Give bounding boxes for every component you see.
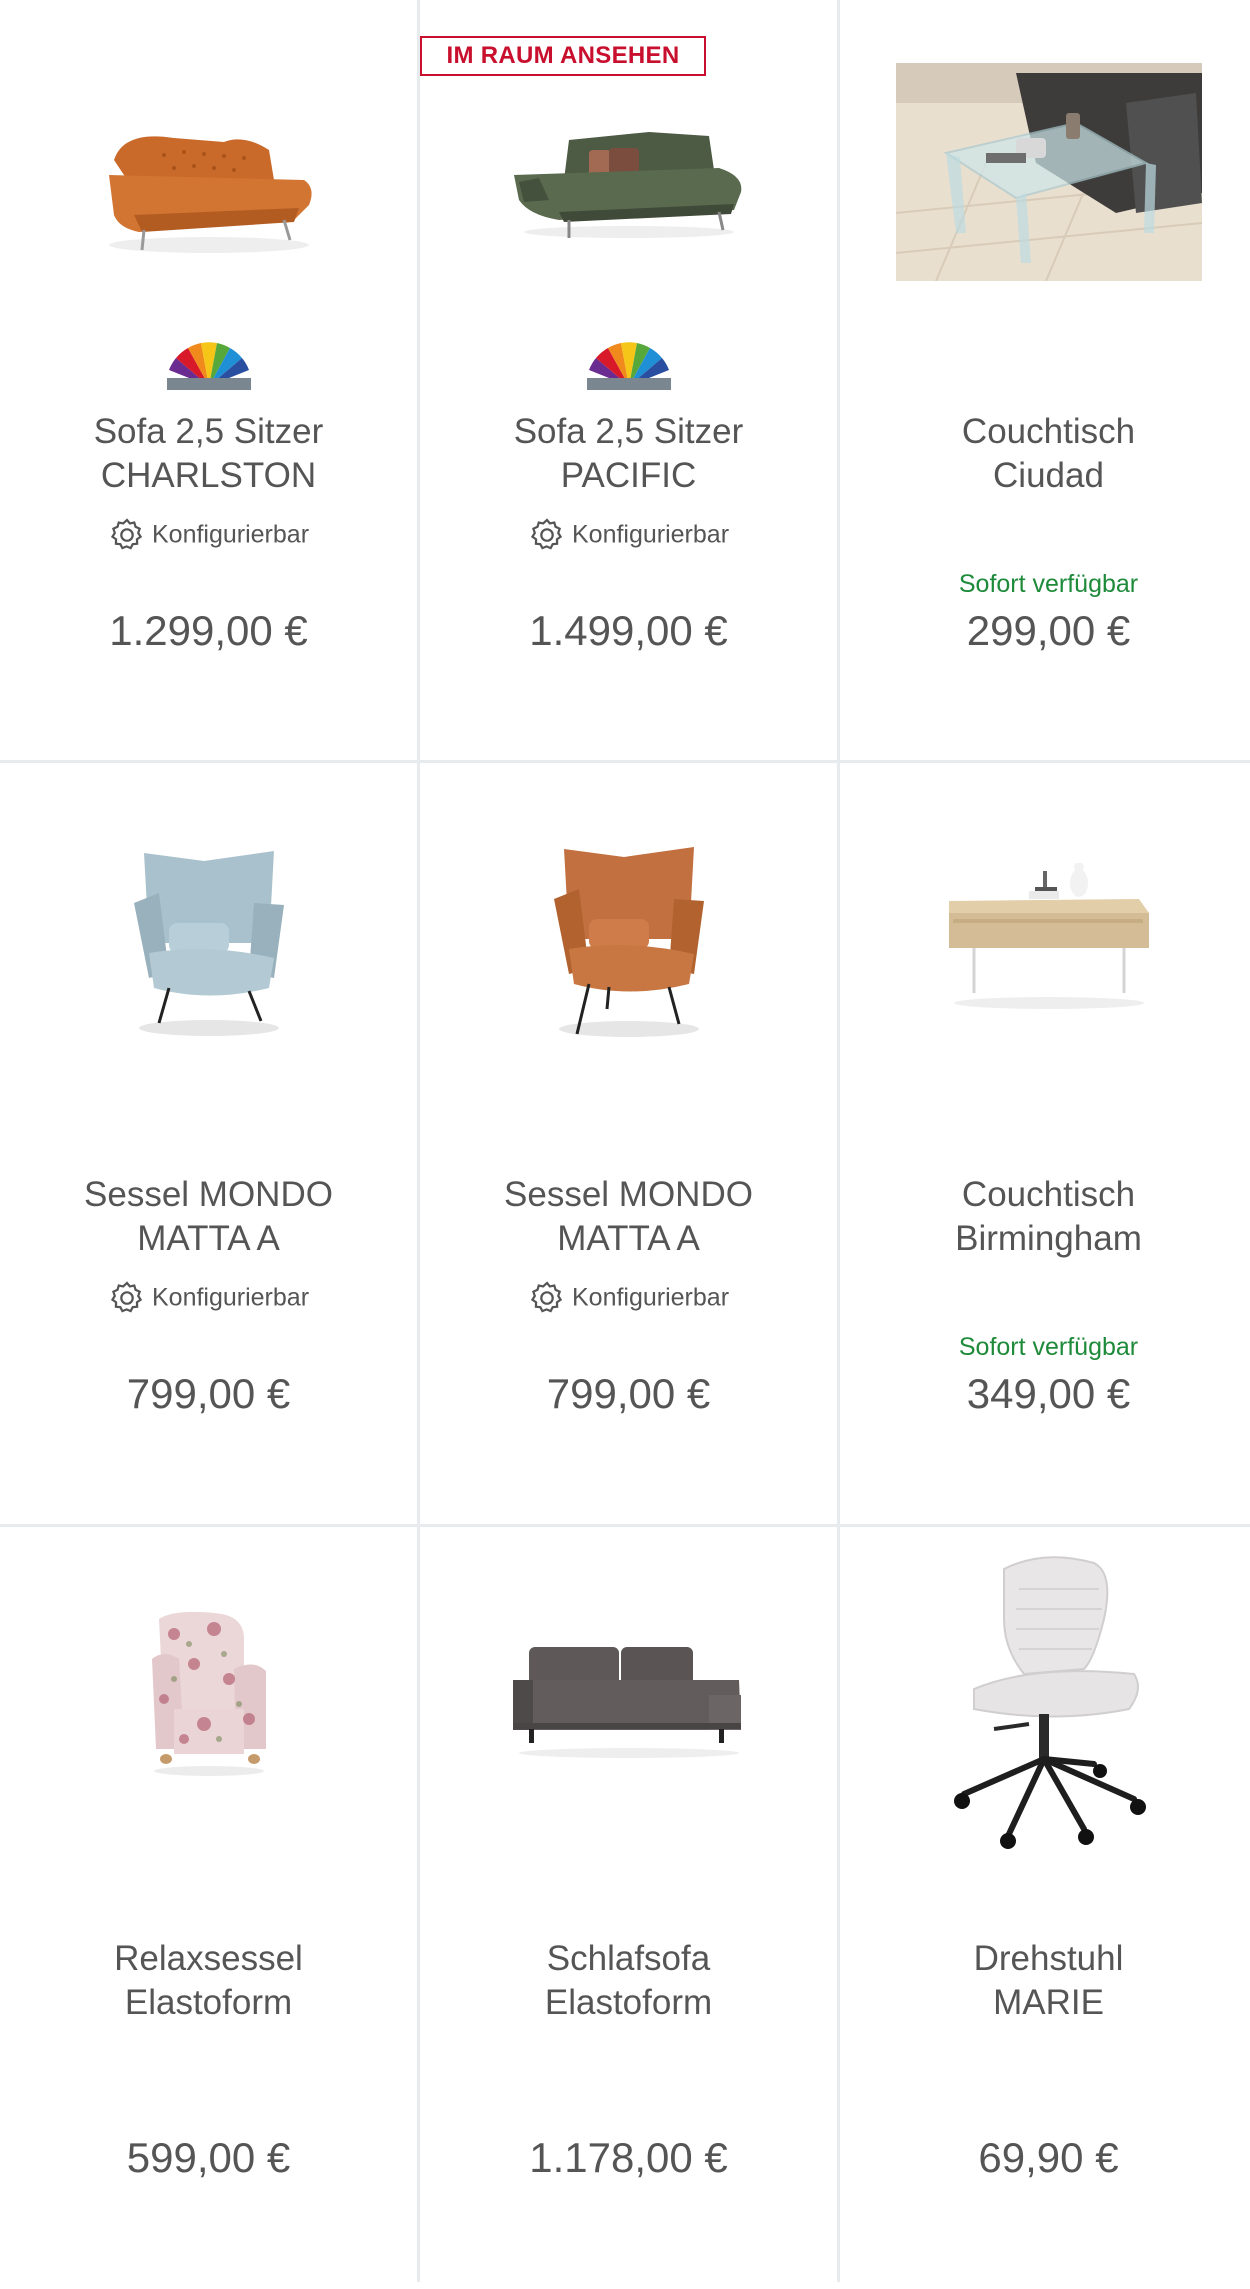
couchtisch-birmingham-image[interactable] (939, 863, 1159, 1013)
product-price: 1.299,00 € (109, 607, 308, 654)
product-title[interactable]: Sofa 2,5 Sitzer CHARLSTON (0, 410, 417, 498)
product-card[interactable]: Couchtisch Birmingham Sofort verfügbar 34… (840, 763, 1250, 1525)
color-palette-icon (586, 342, 671, 390)
product-price: 799,00 € (546, 1370, 711, 1417)
product-title[interactable]: Relaxsessel Elastoform (0, 1937, 417, 2025)
configurable-label: Konfigurierbar (420, 1279, 837, 1317)
schlafsofa-elastoform-image[interactable] (509, 1635, 749, 1765)
product-price: 599,00 € (126, 2134, 291, 2181)
gear-icon (530, 1281, 563, 1313)
product-price: 799,00 € (126, 1370, 291, 1417)
product-price: 1.499,00 € (529, 607, 728, 654)
product-price: 299,00 € (966, 607, 1131, 654)
product-title[interactable]: Schlafsofa Elastoform (420, 1937, 837, 2025)
configurable-label: Konfigurierbar (0, 1279, 417, 1317)
sofa-pacific-image[interactable] (509, 120, 749, 250)
product-title[interactable]: Couchtisch Ciudad (840, 410, 1250, 498)
product-card[interactable]: Relaxsessel Elastoform 599,00 € (0, 1527, 417, 2289)
product-price: 69,90 € (978, 2134, 1119, 2181)
product-title[interactable]: Sofa 2,5 Sitzer PACIFIC (420, 410, 837, 498)
sessel-mondo-orange-image[interactable] (529, 839, 729, 1049)
product-card[interactable]: Sessel MONDO MATTA A Konfigurierbar 799,0… (0, 763, 417, 1525)
sofa-charlston-image[interactable] (94, 120, 324, 260)
product-card[interactable]: Couchtisch Ciudad Sofort verfügbar 299,00… (840, 0, 1250, 762)
product-card[interactable]: Sofa 2,5 Sitzer CHARLSTON Konfigurierbar … (0, 0, 417, 762)
product-title[interactable]: Sessel MONDO MATTA A (0, 1173, 417, 1261)
gear-icon (110, 518, 143, 550)
product-title[interactable]: Couchtisch Birmingham (840, 1173, 1250, 1261)
product-card[interactable]: Drehstuhl MARIE 69,90 € (840, 1527, 1250, 2289)
availability-status: Sofort verfügbar (958, 570, 1139, 598)
view-in-room-badge[interactable]: IM RAUM ANSEHEN (420, 36, 706, 76)
product-title[interactable]: Drehstuhl MARIE (840, 1937, 1250, 2025)
color-palette-icon (166, 342, 251, 390)
gear-icon (530, 518, 563, 550)
product-grid: Sofa 2,5 Sitzer CHARLSTON Konfigurierbar … (0, 0, 1250, 2282)
relaxsessel-elastoform-image[interactable] (144, 1609, 274, 1779)
product-price: 349,00 € (966, 1370, 1131, 1417)
product-card[interactable]: Sofa 2,5 Sitzer PACIFIC Konfigurierbar 1.… (420, 0, 837, 762)
couchtisch-ciudad-image[interactable] (895, 63, 1202, 281)
product-title[interactable]: Sessel MONDO MATTA A (420, 1173, 837, 1261)
configurable-label: Konfigurierbar (0, 516, 417, 554)
gear-icon (110, 1281, 143, 1313)
sessel-mondo-blue-image[interactable] (109, 843, 309, 1043)
product-price: 1.178,00 € (529, 2134, 728, 2181)
drehstuhl-marie-image[interactable] (934, 1549, 1164, 1859)
availability-status: Sofort verfügbar (958, 1333, 1139, 1361)
configurable-label: Konfigurierbar (420, 516, 837, 554)
product-card[interactable]: Sessel MONDO MATTA A Konfigurierbar 799,0… (420, 763, 837, 1525)
product-card[interactable]: Schlafsofa Elastoform 1.178,00 € (420, 1527, 837, 2289)
